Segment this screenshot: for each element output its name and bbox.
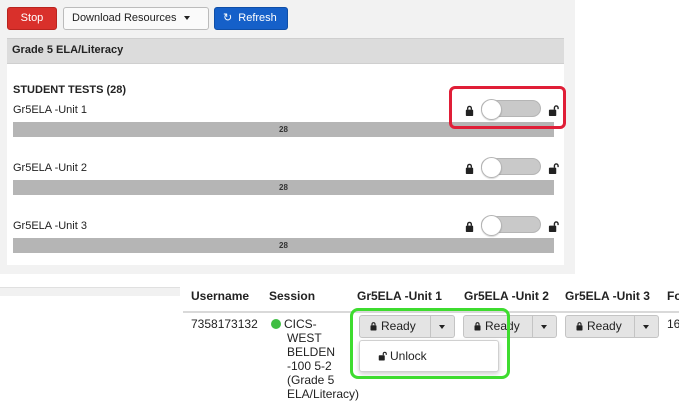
column-header-form[interactable]: Fo [667,289,679,303]
test-row-unit-2: Gr5ELA -Unit 2 28 [7,157,564,208]
lock-icon [465,221,474,232]
session-line: -100 5-2 [287,359,332,373]
status-dropdown-toggle[interactable] [635,315,659,338]
session-line: BELDEN [287,345,336,359]
test-progress-bar: 28 [13,238,554,253]
unlock-icon [548,163,559,174]
status-ready-button[interactable]: Ready [565,315,635,338]
student-tests-heading: STUDENT TESTS (28) [13,84,127,96]
status-dropdown-toggle[interactable] [533,315,557,338]
divider [0,287,180,296]
highlight-box-green [350,308,510,379]
session-cell: CICS- WEST BELDEN -100 5-2 (Grade 5 ELA/… [271,317,359,401]
lock-toggle-unit-2[interactable] [481,157,541,178]
download-resources-button[interactable]: Download Resources [63,7,209,30]
stop-button[interactable]: Stop [7,7,57,30]
unlock-icon [548,221,559,232]
test-management-panel: Stop Download Resources ↻ Refresh Grade … [0,0,575,274]
caret-down-icon [643,325,649,329]
caret-down-icon [183,16,190,21]
status-dot-icon [271,319,281,329]
column-header-username[interactable]: Username [191,289,249,303]
form-cell: 16 [667,317,679,331]
section-title: Grade 5 ELA/Literacy [12,44,124,56]
lock-toggle-unit-3[interactable] [481,215,541,236]
refresh-icon: ↻ [223,12,233,24]
lock-icon [465,163,474,174]
refresh-label: Refresh [238,12,277,24]
status-button-unit-3: Ready [565,315,659,338]
test-progress-bar: 28 [13,180,554,195]
lock-icon [576,322,583,331]
status-label: Ready [587,319,622,333]
session-line: WEST [287,331,322,345]
toggle-knob [481,157,502,178]
caret-down-icon [541,325,547,329]
test-name: Gr5ELA -Unit 1 [13,104,87,116]
column-header-unit-3[interactable]: Gr5ELA -Unit 3 [565,289,650,303]
test-name: Gr5ELA -Unit 3 [13,220,87,232]
test-row-unit-3: Gr5ELA -Unit 3 28 [7,215,564,266]
highlight-box-red [449,86,566,129]
section-header: Grade 5 ELA/Literacy [7,38,564,64]
session-line: (Grade 5 [287,373,335,387]
username-cell: 7358173132 [191,317,258,331]
download-resources-label: Download Resources [72,12,177,24]
refresh-button[interactable]: ↻ Refresh [214,7,288,30]
session-line: CICS- [284,317,317,331]
column-header-session[interactable]: Session [269,289,315,303]
test-name: Gr5ELA -Unit 2 [13,162,87,174]
column-header-unit-2[interactable]: Gr5ELA -Unit 2 [464,289,549,303]
toggle-knob [481,215,502,236]
student-table: Username Session Gr5ELA -Unit 1 Gr5ELA -… [183,281,679,413]
session-line: ELA/Literacy) [287,387,360,401]
column-header-unit-1[interactable]: Gr5ELA -Unit 1 [357,289,442,303]
